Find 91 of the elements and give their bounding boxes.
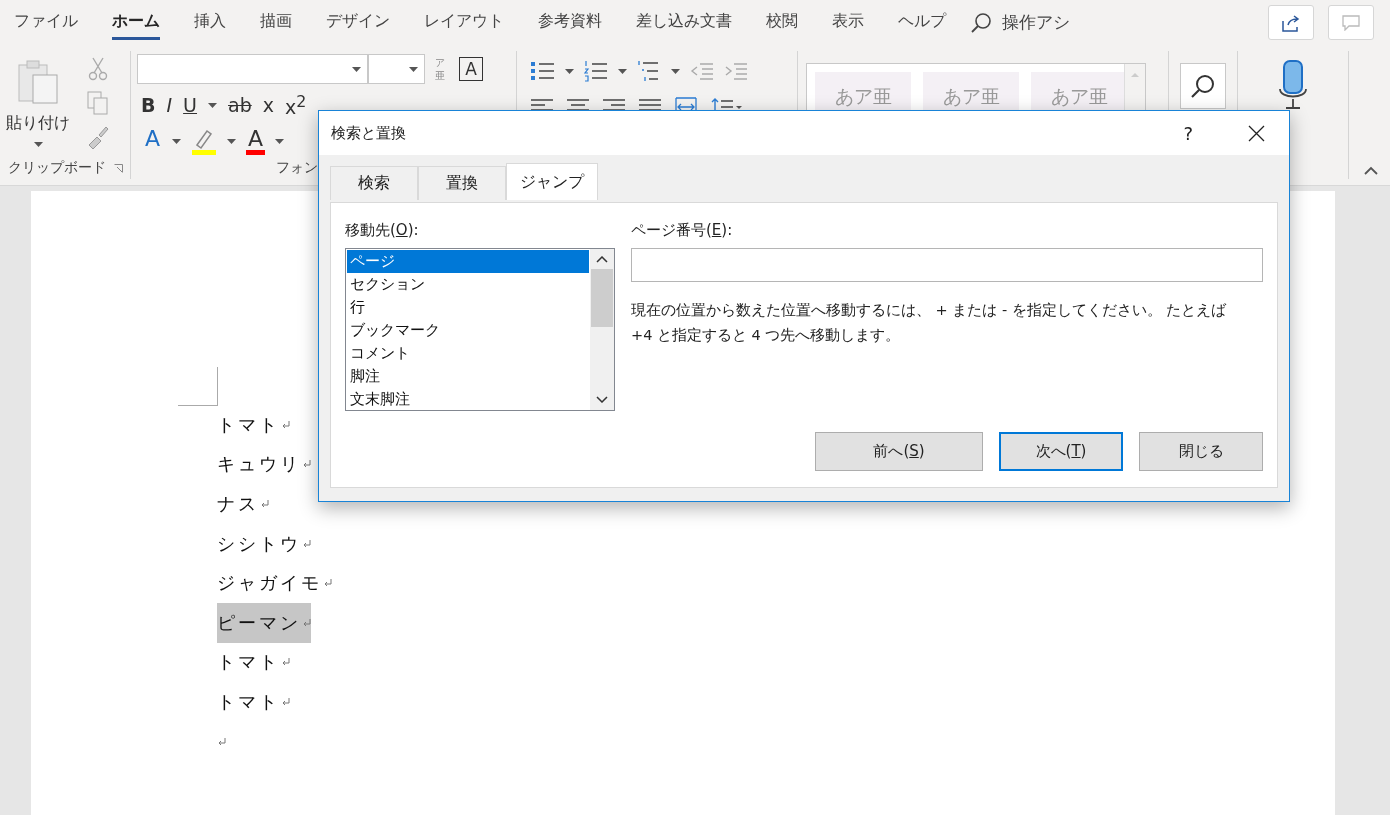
scroll-up-icon[interactable] — [596, 256, 608, 263]
collapse-ribbon-icon[interactable] — [1364, 166, 1378, 175]
paste-label[interactable]: 貼り付け — [6, 113, 70, 134]
list-item[interactable]: 行 — [347, 296, 589, 319]
return-mark-icon — [218, 737, 226, 746]
text-effects-button[interactable]: A — [143, 127, 163, 155]
ribbon-tab[interactable]: レイアウト — [424, 5, 504, 40]
ribbon-tab[interactable]: ヘルプ — [898, 5, 946, 40]
document-paragraph: キュウリ — [217, 444, 311, 485]
margin-corner-mark — [178, 367, 218, 406]
paintbrush-icon[interactable] — [86, 125, 110, 149]
caret-icon[interactable] — [565, 68, 574, 74]
dialog-button[interactable]: 前へ(S) — [815, 432, 983, 471]
ribbon-tab[interactable]: 校閲 — [766, 5, 798, 40]
return-mark-icon — [303, 460, 311, 469]
list-item[interactable]: セクション — [347, 273, 589, 296]
group-label: クリップボード — [7, 159, 106, 177]
scroll-thumb[interactable] — [591, 269, 613, 327]
document-paragraph: ジャガイモ — [217, 563, 332, 604]
font-name-field[interactable] — [137, 54, 368, 84]
caret-icon[interactable] — [618, 68, 627, 74]
caret-icon[interactable] — [227, 138, 237, 144]
format-button[interactable]: x — [262, 94, 274, 116]
document-paragraph: ナス — [217, 484, 269, 524]
document-paragraph: トマト — [217, 642, 290, 683]
search-icon[interactable] — [1190, 73, 1216, 99]
goto-label: 移動先(O): — [345, 221, 420, 240]
return-mark-icon — [282, 697, 290, 706]
dialog-tab[interactable]: ジャンプ — [506, 163, 598, 200]
ribbon-tab[interactable]: ホーム — [112, 5, 160, 40]
list-item[interactable]: ブックマーク — [347, 319, 589, 342]
font-color-button[interactable]: A — [246, 127, 266, 155]
caret-icon[interactable] — [172, 138, 182, 144]
scroll-down-icon[interactable] — [596, 396, 608, 403]
document-paragraph: トマト — [217, 404, 290, 445]
bullets-icon[interactable] — [531, 60, 555, 82]
help-button[interactable]: ? — [1183, 122, 1193, 144]
list-item[interactable]: 文末脚注 — [347, 388, 589, 411]
return-mark-icon — [282, 658, 290, 667]
font-size-field[interactable] — [368, 54, 425, 84]
document-paragraph: シシトウ — [217, 523, 311, 564]
document-paragraph: トマト — [217, 681, 290, 722]
page-number-label: ページ番号(E): — [631, 221, 734, 240]
return-mark-icon — [282, 420, 290, 429]
ribbon-tab[interactable]: 描画 — [260, 5, 292, 40]
dialog-button[interactable]: 次へ(T) — [999, 432, 1123, 471]
list-item[interactable]: 脚注 — [347, 365, 589, 388]
dialog-button[interactable]: 閉じる — [1139, 432, 1263, 471]
ribbon-tab[interactable]: 表示 — [832, 5, 864, 40]
return-mark-icon — [324, 579, 332, 588]
caret-icon[interactable] — [33, 142, 43, 147]
format-button[interactable]: ab — [228, 94, 252, 116]
search-icon[interactable] — [970, 11, 992, 34]
help-text: 現在の位置から数えた位置へ移動するには、 + または - を指定してください。 たとえば +4 と指定すると 4 つ先へ移動します。 — [631, 301, 1228, 345]
caret-icon[interactable] — [671, 68, 680, 74]
return-mark-icon — [303, 618, 311, 627]
share-button[interactable] — [1268, 5, 1314, 40]
document-paragraph: ピーマン — [217, 602, 311, 643]
ribbon-tab[interactable]: 参考資料 — [538, 5, 602, 40]
page-number-field[interactable] — [631, 248, 1263, 282]
dialog-tab[interactable]: 置換 — [418, 166, 506, 200]
caret-icon[interactable] — [352, 66, 361, 72]
return-mark-icon — [303, 539, 311, 548]
caret-icon[interactable] — [208, 102, 217, 108]
close-icon[interactable] — [1247, 124, 1265, 142]
find-button[interactable] — [1180, 63, 1226, 109]
numbering-icon[interactable] — [584, 60, 608, 82]
dialog-launcher-icon[interactable] — [113, 163, 123, 173]
character-border-button[interactable]: A — [459, 57, 483, 81]
ribbon-tab[interactable]: 差し込み文書 — [636, 5, 732, 40]
group-label: フォン — [276, 159, 318, 177]
ribbon-tab[interactable]: デザイン — [326, 5, 390, 40]
microphone-icon[interactable] — [1278, 59, 1308, 111]
highlighter-icon[interactable] — [191, 127, 218, 155]
dialog-title: 検索と置換 — [331, 123, 406, 143]
format-button[interactable]: B — [141, 94, 156, 116]
return-mark-icon — [261, 500, 269, 508]
share-icon[interactable] — [1281, 13, 1301, 32]
list-item[interactable]: ページ — [347, 250, 589, 273]
tell-me-field[interactable]: 操作アシ — [1002, 11, 1070, 34]
ribbon-tab[interactable]: ファイル — [14, 5, 78, 40]
caret-icon[interactable] — [409, 66, 418, 72]
format-button[interactable]: I — [166, 94, 173, 116]
multilevel-list-icon[interactable] — [637, 60, 661, 82]
dialog-tab[interactable]: 検索 — [330, 166, 418, 200]
list-item[interactable]: コメント — [347, 342, 589, 365]
ribbon-tab[interactable]: 挿入 — [194, 5, 226, 40]
format-button[interactable]: x$^{2}$ — [285, 91, 307, 119]
format-button[interactable]: U — [183, 94, 197, 116]
goto-listbox[interactable]: ページ セクション 行 ブックマーク コメント 脚注 文末脚注 — [345, 248, 615, 411]
caret-icon[interactable] — [275, 138, 285, 144]
